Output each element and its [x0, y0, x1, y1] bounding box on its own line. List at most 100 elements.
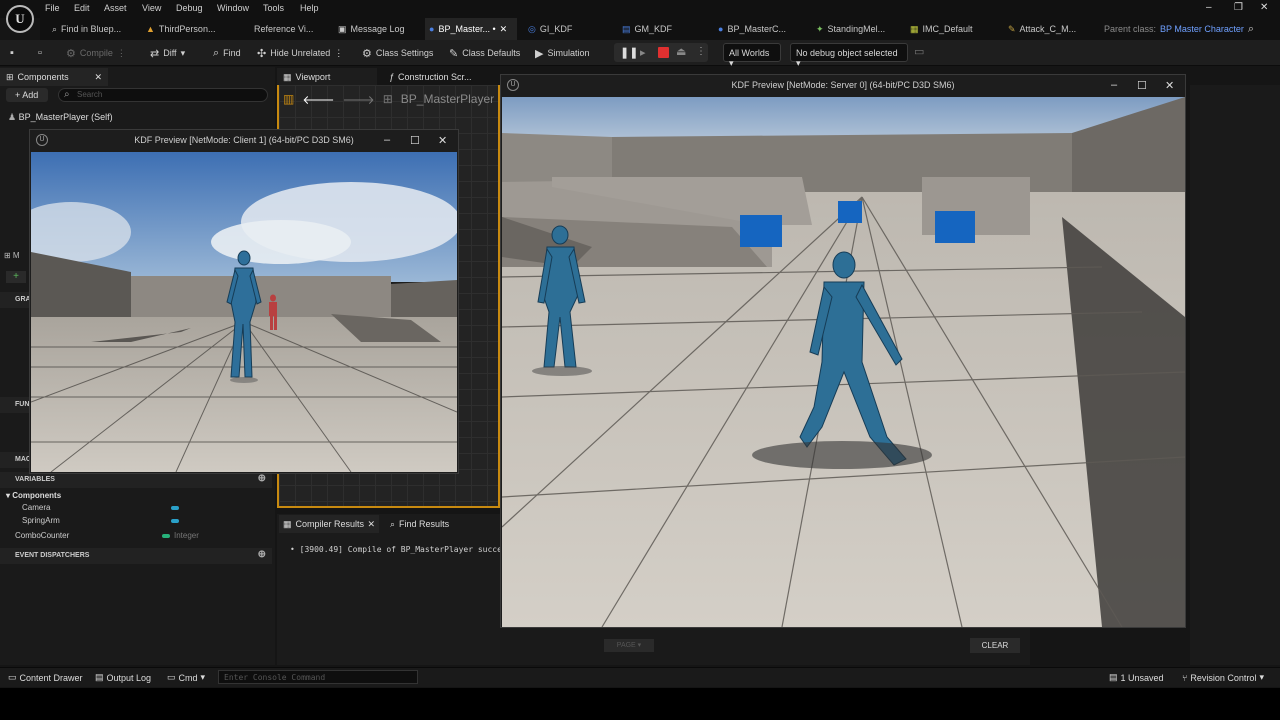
eject-icon[interactable]: ⏏: [676, 45, 686, 58]
variable-springarm[interactable]: SpringArm: [22, 516, 60, 525]
tab-viewport[interactable]: ▦ Viewport: [277, 68, 377, 86]
tab-message-log[interactable]: ▣ Message Log: [334, 18, 424, 40]
component-root[interactable]: ♟ BP_MasterPlayer (Self): [8, 112, 113, 123]
minimize-icon[interactable]: –: [384, 134, 390, 146]
class-defaults-button[interactable]: ✎ Class Defaults: [449, 45, 520, 61]
tab-thirdperson[interactable]: ▲ ThirdPerson...: [142, 18, 242, 40]
add-variable-icon[interactable]: ⊕: [258, 473, 266, 484]
add-button[interactable]: +: [6, 271, 26, 283]
step-icon[interactable]: ▸: [640, 46, 646, 59]
class-settings-label: Class Settings: [375, 48, 434, 58]
search-icon: ⌕: [390, 518, 396, 529]
menu-edit[interactable]: Edit: [74, 3, 90, 13]
world-select[interactable]: All Worlds ▾: [723, 43, 781, 68]
close-icon[interactable]: ✕: [1260, 2, 1268, 13]
close-icon[interactable]: ✕: [438, 134, 447, 147]
back-icon[interactable]: 🡐: [302, 92, 334, 107]
component-search-input[interactable]: ⌕ Search: [58, 88, 268, 102]
add-component-button[interactable]: + Add: [6, 88, 48, 102]
more-icon[interactable]: ⋮: [334, 48, 343, 59]
stop-icon[interactable]: [658, 47, 669, 58]
minimize-icon[interactable]: –: [1111, 79, 1117, 91]
tab-standingmel[interactable]: ✦ StandingMel...: [812, 18, 896, 40]
server-game-view[interactable]: [502, 97, 1185, 627]
variable-combocounter[interactable]: ComboCounter: [15, 531, 69, 540]
close-icon[interactable]: ✕: [94, 72, 102, 83]
more-icon[interactable]: ⋮: [117, 48, 126, 59]
tab-construction-script[interactable]: ƒ Construction Scr...: [385, 68, 500, 86]
minimize-icon[interactable]: –: [1206, 2, 1212, 13]
tab-attack-montage[interactable]: ✎ Attack_C_M...: [1004, 18, 1090, 40]
tab-imc-default[interactable]: ▦ IMC_Default: [906, 18, 986, 40]
menu-asset[interactable]: Asset: [104, 3, 127, 13]
menu-debug[interactable]: Debug: [176, 3, 203, 13]
graphs-header[interactable]: GRA: [0, 292, 31, 308]
revision-label: Revision Control: [1190, 672, 1257, 683]
chevron-down-icon: ▾: [796, 58, 801, 68]
tab-components[interactable]: ⊞ Components ✕: [0, 68, 108, 86]
functions-header[interactable]: FUN: [0, 397, 30, 413]
forward-icon[interactable]: 🡒: [343, 92, 375, 107]
component-root-label: BP_MasterPlayer (Self): [18, 112, 113, 122]
add-dispatcher-icon[interactable]: ⊕: [258, 549, 266, 560]
tab-bp-master[interactable]: ● BP_Master... • ✕: [425, 18, 517, 40]
parent-class-link[interactable]: BP Master Character: [1160, 24, 1244, 34]
menu-tools[interactable]: Tools: [263, 3, 284, 13]
maximize-icon[interactable]: ☐: [1137, 79, 1147, 92]
compile-button[interactable]: ⚙ Compile ⋮: [66, 45, 126, 61]
debug-object-select[interactable]: No debug object selected ▾: [790, 43, 908, 68]
menu-view[interactable]: View: [142, 3, 161, 13]
content-drawer-button[interactable]: ▭ Content Drawer: [8, 672, 83, 683]
menu-bar: File Edit Asset View Debug Window Tools …: [0, 0, 1280, 18]
event-dispatchers-header[interactable]: EVENT DISPATCHERS ⊕: [0, 548, 272, 564]
close-tab-icon[interactable]: ✕: [500, 24, 508, 35]
menu-window[interactable]: Window: [217, 3, 249, 13]
chevron-down-icon: ▾: [1259, 672, 1264, 682]
instance-icon: ◎: [528, 23, 536, 34]
tab-bp-masterc[interactable]: ● BP_MasterC...: [714, 18, 800, 40]
page-button[interactable]: PAGE ▾: [604, 639, 654, 652]
my-blueprint-tab[interactable]: ⊞ M: [0, 251, 30, 263]
tab-reference-viewer[interactable]: Reference Vi...: [250, 18, 332, 40]
debug-browse-icon[interactable]: ▭: [914, 45, 924, 58]
variable-type[interactable]: Integer: [174, 531, 199, 540]
object-type-pill: [171, 506, 179, 510]
tab-gm-kdf[interactable]: ▤ GM_KDF: [618, 18, 704, 40]
components-category[interactable]: ▾ Components: [6, 491, 61, 500]
macros-header[interactable]: MAC: [0, 452, 31, 468]
unreal-logo-icon[interactable]: U: [6, 5, 34, 33]
diff-button[interactable]: ⇄ Diff ▾: [150, 45, 185, 61]
chevron-down-icon: ▾: [200, 672, 206, 682]
pause-icon[interactable]: ❚❚: [620, 46, 638, 59]
more-icon[interactable]: ⋮: [696, 46, 706, 57]
browse-button[interactable]: ▫: [38, 45, 42, 61]
tab-gi-kdf[interactable]: ◎ GI_KDF: [524, 18, 604, 40]
close-icon[interactable]: ✕: [1165, 79, 1174, 92]
tab-find-results[interactable]: ⌕ Find Results: [386, 515, 496, 533]
save-button[interactable]: ▪: [10, 45, 14, 61]
compiler-tab-label: Compiler Results: [295, 519, 365, 529]
revision-control-button[interactable]: ⑂ Revision Control ▾: [1182, 672, 1264, 683]
close-icon[interactable]: ✕: [367, 519, 375, 530]
tab-compiler-results[interactable]: ▦ Compiler Results ✕: [279, 515, 379, 533]
clear-button[interactable]: CLEAR: [970, 638, 1020, 653]
cmd-button[interactable]: ▭ Cmd ▾: [167, 672, 205, 683]
find-button[interactable]: ⌕ Find: [213, 45, 241, 61]
console-input[interactable]: Enter Console Command: [218, 670, 418, 684]
class-settings-button[interactable]: ⚙ Class Settings: [362, 45, 433, 61]
client-game-view[interactable]: [31, 152, 457, 472]
menu-help[interactable]: Help: [300, 3, 319, 13]
hide-icon: ✣: [257, 47, 267, 60]
maximize-icon[interactable]: ❐: [1234, 2, 1243, 13]
variables-header[interactable]: VARIABLES ⊕: [0, 472, 272, 488]
search-icon[interactable]: ⌕: [1248, 23, 1254, 36]
compile-label: Compile: [79, 48, 113, 58]
hide-unrelated-button[interactable]: ✣ Hide Unrelated ⋮: [257, 45, 343, 61]
variable-camera[interactable]: Camera: [22, 503, 50, 512]
menu-file[interactable]: File: [45, 3, 60, 13]
tab-find-in-blueprints[interactable]: ⌕ Find in Bluep...: [48, 18, 138, 40]
maximize-icon[interactable]: ☐: [410, 134, 420, 147]
unsaved-button[interactable]: ▤ 1 Unsaved: [1109, 672, 1164, 683]
output-log-button[interactable]: ▤ Output Log: [95, 672, 151, 683]
simulation-button[interactable]: ▶ Simulation: [535, 45, 590, 61]
